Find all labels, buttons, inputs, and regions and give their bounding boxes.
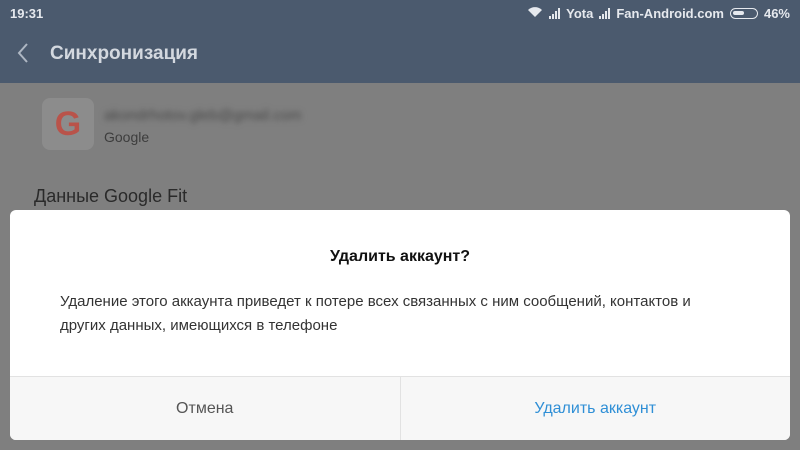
account-email: akondrhotov.gleb@gmail.com — [104, 107, 302, 124]
battery-percent: 46% — [763, 6, 790, 21]
status-time: 19:31 — [10, 6, 44, 21]
sync-item-google-fit[interactable]: Данные Google Fit — [34, 186, 187, 207]
dialog-buttons: Отмена Удалить аккаунт — [10, 376, 790, 440]
signal-icon — [599, 8, 611, 19]
page-title: Синхронизация — [50, 43, 199, 64]
status-indicators: Yota Fan-Android.com 46% — [527, 6, 790, 21]
signal-icon — [549, 8, 561, 19]
carrier-1: Yota — [566, 6, 594, 21]
dialog-message: Удаление этого аккаунта приведет к потер… — [60, 293, 691, 334]
action-bar: Синхронизация — [0, 28, 800, 83]
delete-account-dialog: Удалить аккаунт? Удаление этого аккаунта… — [10, 210, 790, 440]
cancel-button[interactable]: Отмена — [10, 377, 401, 440]
google-g-icon: G — [42, 98, 94, 150]
dialog-title: Удалить аккаунт? — [329, 248, 471, 265]
carrier-2: Fan-Android.com — [616, 6, 724, 21]
account-provider: Google — [104, 129, 150, 145]
wifi-icon — [527, 6, 543, 21]
battery-icon — [729, 8, 758, 19]
delete-account-button[interactable]: Удалить аккаунт — [401, 377, 791, 440]
chevron-left-icon[interactable] — [16, 42, 36, 66]
status-bar: 19:31 Yota Fan-Android.com 46% — [0, 0, 800, 28]
